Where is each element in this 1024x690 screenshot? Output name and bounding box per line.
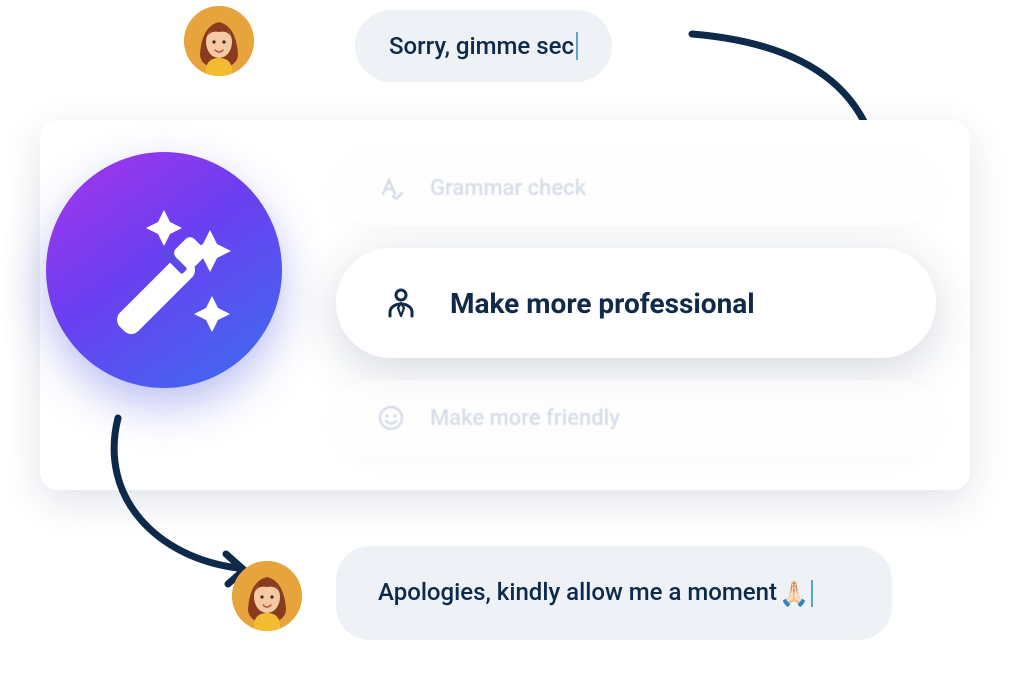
option-label: Make more friendly [430, 406, 620, 431]
friendly-icon [374, 401, 408, 435]
text-cursor-icon [576, 32, 578, 60]
option-label: Make more professional [450, 287, 755, 320]
avatar [232, 561, 302, 631]
output-message-text: Apologies, kindly allow me a moment [378, 578, 777, 606]
avatar [184, 6, 254, 76]
option-make-friendly[interactable]: Make more friendly [336, 380, 936, 456]
output-message-bubble: Apologies, kindly allow me a moment🙏🏻 [336, 546, 892, 640]
option-grammar-check[interactable]: Grammar check [336, 150, 936, 226]
option-label: Grammar check [430, 176, 586, 201]
text-cursor-icon [811, 580, 813, 608]
suggestion-options: Grammar check Make more professional Mak… [336, 150, 936, 456]
professional-icon [384, 286, 418, 320]
grammar-icon [374, 171, 408, 205]
input-message-text: Sorry, gimme sec [389, 32, 574, 60]
magic-wand-badge [46, 152, 282, 388]
input-message-bubble: Sorry, gimme sec [355, 10, 612, 82]
magic-wand-icon [84, 190, 244, 350]
pray-emoji-icon: 🙏🏻 [779, 580, 809, 608]
option-make-professional[interactable]: Make more professional [336, 248, 936, 358]
